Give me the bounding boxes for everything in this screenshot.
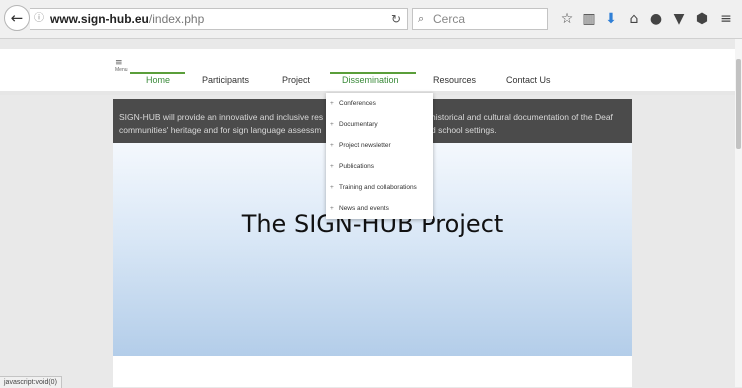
scroll-thumb[interactable] xyxy=(736,59,741,149)
nav-home[interactable]: Home xyxy=(146,75,170,85)
intro-text-line-1: SIGN-HUB will provide an innovative and … xyxy=(119,112,324,122)
hamburger-icon: ≡ xyxy=(115,58,123,68)
chat-icon[interactable]: ● xyxy=(646,9,666,29)
plus-icon: + xyxy=(330,142,334,149)
search-placeholder: Cerca xyxy=(433,12,466,26)
bookmark-star-icon[interactable]: ☆ xyxy=(557,9,577,29)
nav-resources[interactable]: Resources xyxy=(433,75,476,85)
site-header: ≡ Menu Home Participants Project Dissemi… xyxy=(0,49,742,91)
dissemination-dropdown: + Conferences + Documentary + Project newsl… xyxy=(326,93,433,219)
plus-icon: + xyxy=(330,100,334,107)
dropdown-item-label: Documentary xyxy=(339,121,378,128)
info-icon[interactable]: ⓘ xyxy=(34,9,44,29)
back-arrow-icon[interactable]: ← xyxy=(4,5,30,31)
dropdown-item-label: Conferences xyxy=(339,100,376,107)
reload-icon[interactable]: ↻ xyxy=(391,9,401,29)
intro-text-line-3: historical and cultural documentation of… xyxy=(431,112,613,122)
hamburger-menu-icon[interactable]: ≡ xyxy=(716,9,736,29)
download-icon[interactable]: ⬇ xyxy=(601,9,621,29)
address-bar[interactable]: ⓘ www.sign-hub.eu/index.php ↻ xyxy=(30,8,408,30)
status-bar: javascript:void(0) xyxy=(0,376,62,388)
web-page: ≡ Menu Home Participants Project Dissemi… xyxy=(0,39,742,387)
search-icon: ⌕ xyxy=(418,12,425,25)
home-icon[interactable]: ⌂ xyxy=(624,9,644,29)
url-text: www.sign-hub.eu/index.php xyxy=(50,9,204,29)
plus-icon: + xyxy=(330,205,334,212)
nav-dissemination[interactable]: Dissemination xyxy=(342,75,399,85)
nav-home-indicator xyxy=(130,72,185,74)
nav-dissemination-indicator xyxy=(330,72,416,74)
dropdown-item-publications[interactable]: + Publications xyxy=(326,156,433,177)
dropdown-item-documentary[interactable]: + Documentary xyxy=(326,114,433,135)
reading-list-icon[interactable]: ▥ xyxy=(579,9,599,29)
plus-icon: + xyxy=(330,121,334,128)
content-area xyxy=(113,356,632,387)
intro-text-line-2: communities' heritage and for sign langu… xyxy=(119,125,322,135)
nav-participants[interactable]: Participants xyxy=(202,75,249,85)
dropdown-item-conferences[interactable]: + Conferences xyxy=(326,93,433,114)
scrollbar[interactable] xyxy=(735,39,742,387)
plus-icon: + xyxy=(330,184,334,191)
dropdown-item-label: Training and collaborations xyxy=(339,184,417,191)
browser-toolbar: ← ⓘ www.sign-hub.eu/index.php ↻ ⌕ Cerca … xyxy=(0,0,742,39)
dropdown-item-label: Publications xyxy=(339,163,375,170)
dropdown-item-label: Project newsletter xyxy=(339,142,391,149)
shield-icon[interactable]: ⬢ xyxy=(692,9,712,29)
nav-contact-us[interactable]: Contact Us xyxy=(506,75,551,85)
dropdown-item-project-newsletter[interactable]: + Project newsletter xyxy=(326,135,433,156)
nav-project[interactable]: Project xyxy=(282,75,310,85)
plus-icon: + xyxy=(330,163,334,170)
url-path: /index.php xyxy=(148,12,205,26)
menu-toggle[interactable]: ≡ Menu xyxy=(115,58,135,74)
dropdown-item-news-events[interactable]: + News and events xyxy=(326,198,433,219)
pocket-icon[interactable]: ▼ xyxy=(669,9,689,29)
intro-text-line-4: d school settings. xyxy=(431,125,497,135)
dropdown-item-training[interactable]: + Training and collaborations xyxy=(326,177,433,198)
dropdown-item-label: News and events xyxy=(339,205,389,212)
search-bar[interactable]: ⌕ Cerca xyxy=(412,8,548,30)
url-domain: www.sign-hub.eu xyxy=(50,12,149,26)
